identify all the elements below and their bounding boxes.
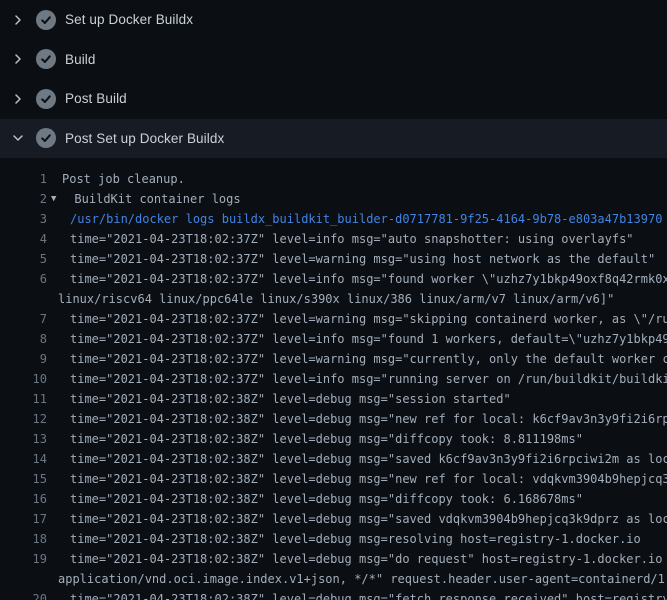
chevron-right-icon [10, 91, 26, 107]
log-line-number[interactable]: 2 [0, 189, 47, 209]
log-line-text: time="2021-04-23T18:02:38Z" level=debug … [58, 589, 667, 600]
step-label: Post Set up Docker Buildx [65, 131, 224, 146]
log-line-number[interactable]: 5 [0, 249, 47, 269]
log-line-text: time="2021-04-23T18:02:38Z" level=debug … [58, 449, 667, 469]
log-line-number[interactable]: 8 [0, 329, 47, 349]
step-header-build[interactable]: Build [0, 40, 667, 80]
log-line-text: time="2021-04-23T18:02:38Z" level=debug … [58, 469, 667, 489]
log-line: 1 Post job cleanup. [0, 169, 667, 189]
log-line: 8 time="2021-04-23T18:02:37Z" level=info… [0, 329, 667, 349]
chevron-right-icon [10, 12, 26, 28]
chevron-right-icon [10, 51, 26, 67]
log-line: 11 time="2021-04-23T18:02:38Z" level=deb… [0, 389, 667, 409]
chevron-down-icon [10, 130, 26, 146]
actions-log-viewer: Set up Docker Buildx Build P [0, 0, 667, 600]
log-line-number[interactable]: 13 [0, 429, 47, 449]
log-output: 1 Post job cleanup. 2 ▼ BuildKit containe… [0, 158, 667, 600]
log-line: 18 time="2021-04-23T18:02:38Z" level=deb… [0, 529, 667, 549]
log-line-number[interactable] [0, 569, 47, 589]
step-label: Post Build [65, 91, 127, 106]
log-line: 12 time="2021-04-23T18:02:38Z" level=deb… [0, 409, 667, 429]
log-line-number[interactable] [0, 289, 47, 309]
log-line-text: time="2021-04-23T18:02:37Z" level=warnin… [58, 349, 667, 369]
log-line-text: time="2021-04-23T18:02:37Z" level=info m… [58, 269, 667, 289]
log-line: 9 time="2021-04-23T18:02:37Z" level=warn… [0, 349, 667, 369]
log-line-text: time="2021-04-23T18:02:37Z" level=info m… [58, 369, 667, 389]
log-line-number[interactable]: 16 [0, 489, 47, 509]
log-line: 15 time="2021-04-23T18:02:38Z" level=deb… [0, 469, 667, 489]
check-circle-icon [36, 128, 56, 148]
log-line-number[interactable]: 17 [0, 509, 47, 529]
log-line-number[interactable]: 19 [0, 549, 47, 569]
log-line-text: time="2021-04-23T18:02:38Z" level=debug … [58, 389, 511, 409]
log-line: 16 time="2021-04-23T18:02:38Z" level=deb… [0, 489, 667, 509]
log-line: 7 time="2021-04-23T18:02:37Z" level=warn… [0, 309, 667, 329]
log-line-command: 3 /usr/bin/docker logs buildx_buildkit_b… [0, 209, 667, 229]
log-line-text: time="2021-04-23T18:02:37Z" level=warnin… [58, 309, 667, 329]
log-line: 10 time="2021-04-23T18:02:37Z" level=inf… [0, 369, 667, 389]
log-line-number[interactable]: 18 [0, 529, 47, 549]
log-line-text: time="2021-04-23T18:02:37Z" level=info m… [58, 329, 667, 349]
log-line: 5 time="2021-04-23T18:02:37Z" level=warn… [0, 249, 667, 269]
log-line: application/vnd.oci.image.index.v1+json,… [0, 569, 667, 589]
log-line: linux/riscv64 linux/ppc64le linux/s390x … [0, 289, 667, 309]
step-header-post-set-up-docker-buildx[interactable]: Post Set up Docker Buildx [0, 119, 667, 159]
log-line-text: application/vnd.oci.image.index.v1+json,… [58, 569, 667, 589]
log-line-number[interactable]: 6 [0, 269, 47, 289]
log-line-number[interactable]: 10 [0, 369, 47, 389]
log-line: 20 time="2021-04-23T18:02:38Z" level=deb… [0, 589, 667, 600]
log-line-number[interactable]: 7 [0, 309, 47, 329]
log-line-number[interactable]: 3 [0, 209, 47, 229]
log-line: 13 time="2021-04-23T18:02:38Z" level=deb… [0, 429, 667, 449]
check-circle-icon [36, 89, 56, 109]
log-line-text: /usr/bin/docker logs buildx_buildkit_bui… [58, 209, 662, 229]
log-line: 14 time="2021-04-23T18:02:38Z" level=deb… [0, 449, 667, 469]
step-header-post-build[interactable]: Post Build [0, 79, 667, 119]
log-line-text: time="2021-04-23T18:02:38Z" level=debug … [58, 429, 583, 449]
step-header-set-up-docker-buildx[interactable]: Set up Docker Buildx [0, 0, 667, 40]
log-line-text: linux/riscv64 linux/ppc64le linux/s390x … [58, 289, 614, 309]
log-line-number[interactable]: 14 [0, 449, 47, 469]
log-line: 17 time="2021-04-23T18:02:38Z" level=deb… [0, 509, 667, 529]
group-collapse-triangle-icon: ▼ [47, 189, 56, 209]
log-line-number[interactable]: 4 [0, 229, 47, 249]
check-circle-icon [36, 49, 56, 69]
log-line-number[interactable]: 9 [0, 349, 47, 369]
step-label: Build [65, 52, 96, 67]
log-line-number[interactable]: 1 [0, 169, 47, 189]
log-line: 19 time="2021-04-23T18:02:38Z" level=deb… [0, 549, 667, 569]
log-line-text: BuildKit container logs [74, 189, 240, 209]
step-label: Set up Docker Buildx [65, 12, 193, 27]
log-line: 6 time="2021-04-23T18:02:37Z" level=info… [0, 269, 667, 289]
log-line-number[interactable]: 11 [0, 389, 47, 409]
step-list: Set up Docker Buildx Build P [0, 0, 667, 158]
log-line-text: Post job cleanup. [58, 169, 185, 189]
log-line-number[interactable]: 12 [0, 409, 47, 429]
log-line-number[interactable]: 20 [0, 589, 47, 600]
log-line-text: time="2021-04-23T18:02:38Z" level=debug … [58, 489, 583, 509]
log-line-text: time="2021-04-23T18:02:38Z" level=debug … [58, 409, 667, 429]
log-line-text: time="2021-04-23T18:02:37Z" level=warnin… [58, 249, 655, 269]
check-circle-icon [36, 10, 56, 30]
log-line-text: time="2021-04-23T18:02:38Z" level=debug … [58, 509, 667, 529]
log-line: 4 time="2021-04-23T18:02:37Z" level=info… [0, 229, 667, 249]
log-line-number[interactable]: 15 [0, 469, 47, 489]
log-line-text: time="2021-04-23T18:02:37Z" level=info m… [58, 229, 634, 249]
log-line-text: time="2021-04-23T18:02:38Z" level=debug … [58, 549, 667, 569]
log-line-text: time="2021-04-23T18:02:38Z" level=debug … [58, 529, 641, 549]
log-group-toggle[interactable]: 2 ▼ BuildKit container logs [0, 189, 667, 209]
